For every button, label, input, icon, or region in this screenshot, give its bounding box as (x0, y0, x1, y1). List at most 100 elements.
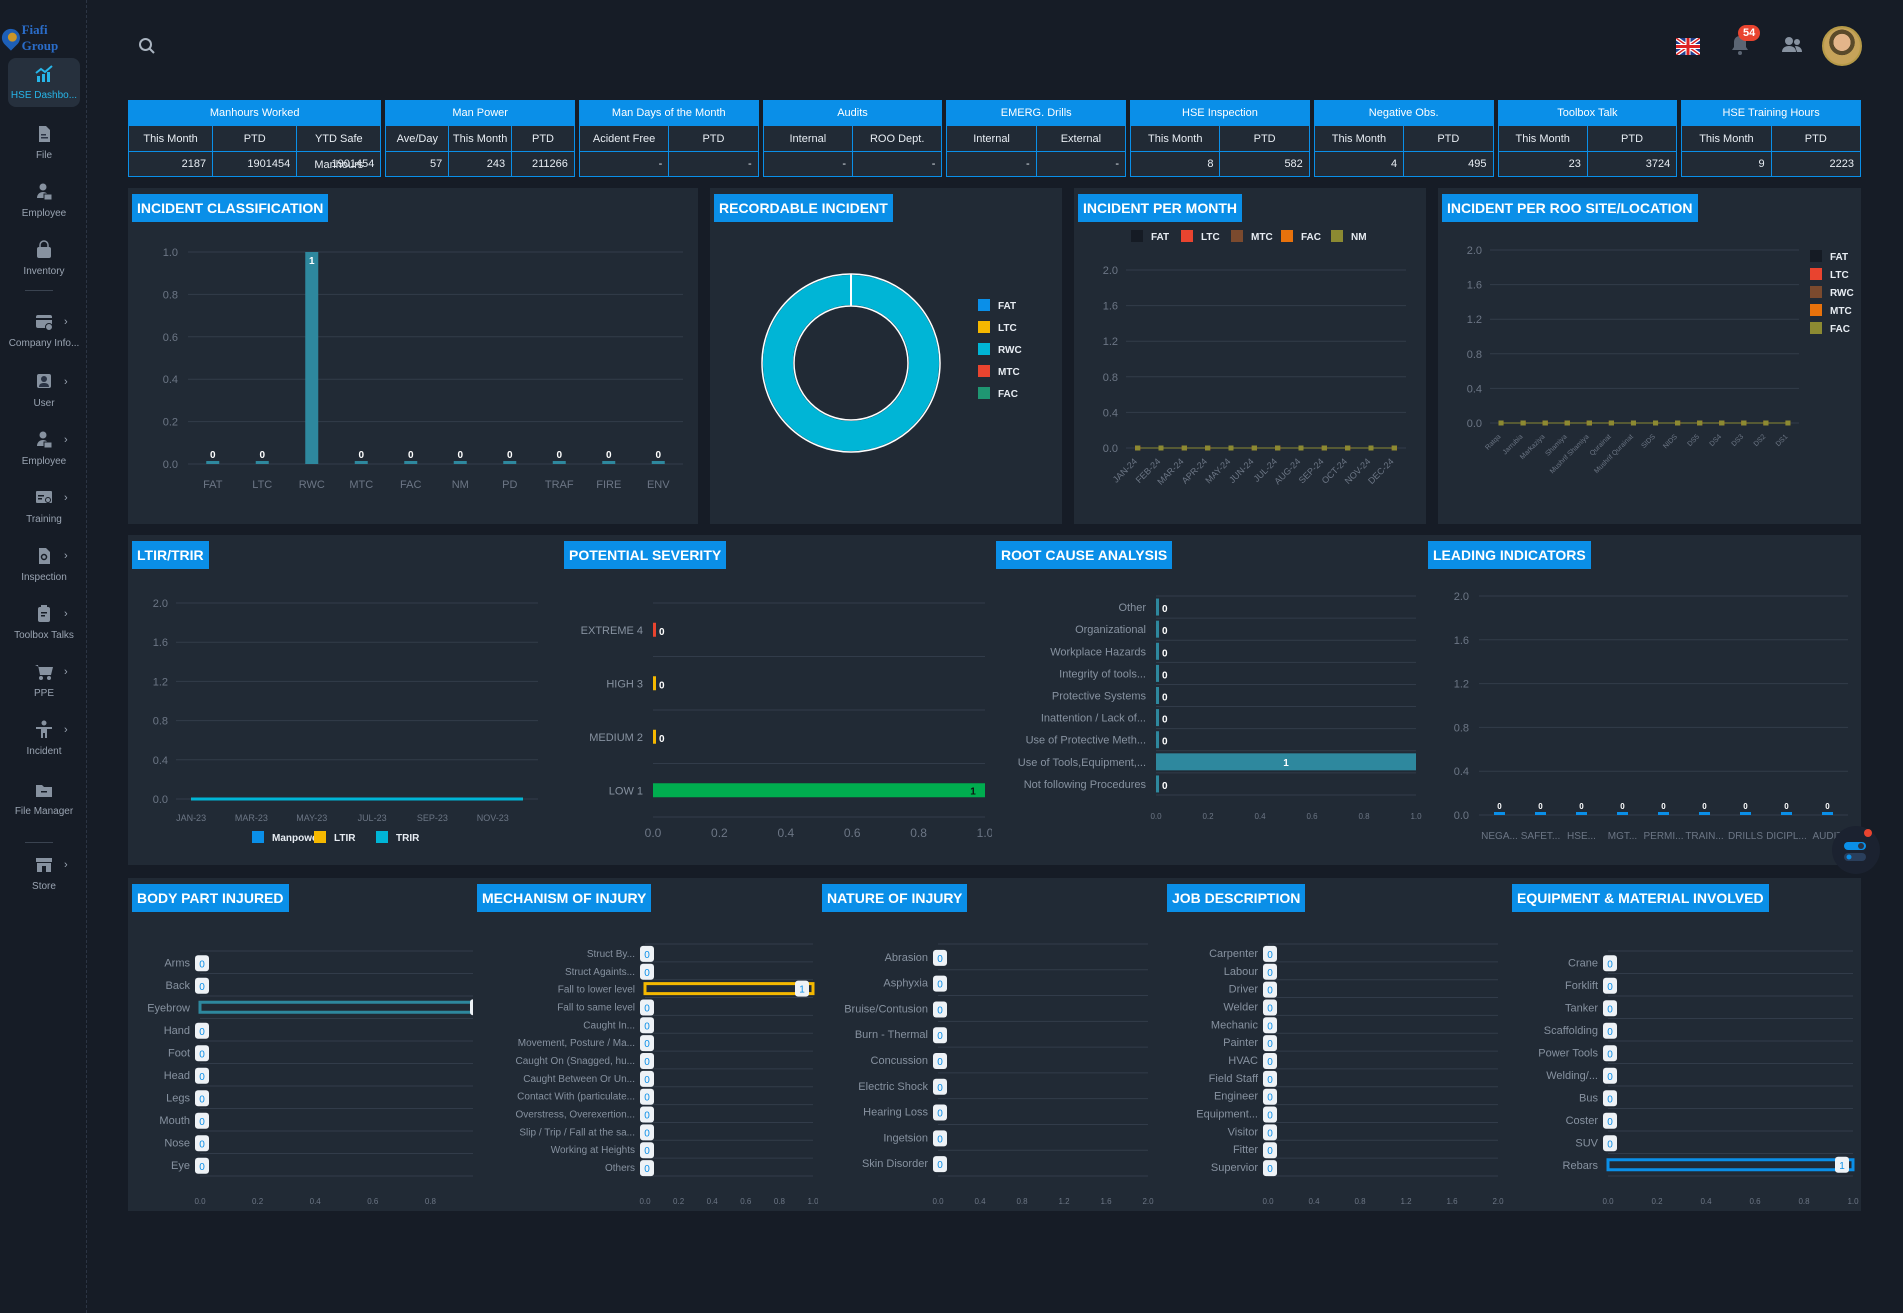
legend-label: MTC (1830, 306, 1852, 317)
panel-title: INCIDENT CLASSIFICATION (132, 194, 329, 222)
x-tick-label: JUL-23 (358, 813, 387, 823)
category-label: Visitor (1228, 1126, 1259, 1138)
employee-icon (34, 430, 54, 450)
x-tick-label: MAY-23 (296, 813, 327, 823)
kpi-value: 1901454 (297, 151, 381, 176)
y-tick-label: 0.0 (1103, 443, 1118, 455)
category-label: HIGH 3 (606, 678, 643, 690)
donut-inner-edge (793, 305, 909, 421)
x-tick-label: 0.4 (974, 1197, 986, 1206)
search-icon[interactable] (138, 37, 156, 60)
data-label: 0 (937, 954, 943, 965)
sidebar-divider (25, 842, 53, 843)
category-label: Driver (1229, 984, 1259, 996)
bar (206, 461, 220, 464)
x-tick-label: 0.4 (1254, 812, 1266, 821)
data-label: 0 (606, 450, 612, 461)
kpi-column-header: This Month (1498, 125, 1588, 151)
bar (1699, 812, 1710, 815)
category-label: Skin Disorder (862, 1158, 928, 1170)
legend-label: FAT (1151, 232, 1169, 243)
x-tick-label: 0.4 (1308, 1197, 1320, 1206)
legend-swatch (314, 831, 326, 843)
brand-logo[interactable]: Fiafi Group (0, 22, 86, 54)
data-label: 1 (799, 985, 805, 996)
data-label: 0 (1162, 781, 1168, 792)
potential-severity-chart: 0.0 0.2 0.4 0.6 0.8 1.0 EXTREME 4 0 HIGH 3 0 MEDIU… (581, 602, 994, 840)
bar (1576, 812, 1587, 815)
kpi-card: Manhours Worked This Month PTD YTD Safe Man… (128, 100, 382, 177)
sidebar-item-store[interactable]: › Store (8, 855, 80, 892)
y-tick-label: 0.8 (163, 289, 178, 301)
category-label: Carpenter (1209, 948, 1258, 960)
category-label: Coster (1566, 1115, 1599, 1127)
bar (643, 982, 815, 996)
kpi-card: HSE Training Hours This Month PTD 9 2223 (1681, 100, 1861, 177)
bar (404, 461, 418, 464)
category-label: Field Staff (1209, 1073, 1259, 1085)
data-label: 0 (1607, 982, 1613, 993)
data-label: 0 (1267, 1128, 1273, 1139)
data-label: 0 (1607, 1004, 1613, 1015)
data-label: 0 (1162, 670, 1168, 681)
legend-label: MTC (1251, 232, 1273, 243)
sidebar-item-hse-dashbo[interactable]: HSE Dashbo... (8, 58, 80, 107)
user-icon (34, 372, 54, 392)
sidebar-item-inspection[interactable]: › Inspection (8, 546, 80, 583)
data-label: 0 (937, 1134, 943, 1145)
users-icon[interactable] (1781, 36, 1803, 59)
sidebar-item-file[interactable]: File (8, 124, 80, 161)
category-label: Ingetsion (883, 1132, 928, 1144)
sidebar-item-incident[interactable]: › Incident (8, 720, 80, 757)
sidebar-item-label: Store (32, 881, 56, 892)
data-label: 1 (970, 786, 976, 797)
category-label: MEDIUM 2 (589, 732, 643, 744)
data-label: 0 (210, 450, 216, 461)
company-icon (34, 312, 54, 332)
data-label: 0 (1267, 1093, 1273, 1104)
sidebar-item-label: Incident (26, 746, 62, 757)
sidebar-item-employee[interactable]: › Employee (8, 430, 80, 467)
category-label: Arms (164, 957, 190, 969)
x-tick-label: PERMI... (1643, 831, 1683, 842)
data-label: 0 (199, 1094, 205, 1105)
sidebar-item-inventory[interactable]: Inventory (8, 240, 80, 277)
data-label: 0 (199, 1027, 205, 1038)
legend-label: RWC (998, 345, 1022, 356)
recordable-incident-panel: RECORDABLE INCIDENT FAT LTC RWC MTC FAC (710, 188, 1062, 524)
category-label: Nose (164, 1137, 190, 1149)
sidebar-item-file-manager[interactable]: File Manager (8, 780, 80, 817)
kpi-column-header: This Month (449, 125, 513, 151)
x-tick-label: DS2 (1753, 433, 1768, 448)
theme-toggle[interactable] (1832, 826, 1880, 874)
sidebar-item-toolbox-talks[interactable]: › Toolbox Talks (8, 604, 80, 641)
legend-label: FAC (1830, 324, 1850, 335)
sidebar-item-employee[interactable]: Employee (8, 182, 80, 219)
x-tick-label: TRAIN... (1685, 831, 1723, 842)
y-tick-label: 0.0 (1454, 810, 1469, 822)
x-tick-label: NIDS (1662, 433, 1679, 450)
kpi-value: - (579, 151, 670, 176)
x-tick-label: AUG-24 (1272, 456, 1302, 486)
training-icon (34, 488, 54, 508)
x-tick-label: 0.8 (1354, 1197, 1366, 1206)
data-label: 0 (1162, 648, 1168, 659)
sidebar-item-training[interactable]: › Training (8, 488, 80, 525)
panel-title: MECHANISM OF INJURY (477, 884, 652, 912)
data-label: 0 (408, 450, 414, 461)
kpi-column-header: Ave/Day (386, 125, 450, 151)
category-label: Engineer (1214, 1091, 1258, 1103)
chevron-right-icon: › (64, 434, 68, 446)
sidebar-item-user[interactable]: › User (8, 372, 80, 409)
uk-flag-icon[interactable] (1674, 36, 1702, 57)
data-label: 0 (199, 1049, 205, 1060)
user-avatar[interactable] (1822, 26, 1862, 66)
sidebar-item-ppe[interactable]: › PPE (8, 662, 80, 699)
bar (1156, 620, 1159, 638)
category-label: Mechanic (1211, 1019, 1259, 1031)
data-label: 0 (1607, 1027, 1613, 1038)
y-tick-label: 2.0 (1467, 245, 1482, 257)
data-label: 0 (1607, 959, 1613, 970)
sidebar-item-company-info[interactable]: › Company Info... (8, 312, 80, 349)
x-tick-label: 1.2 (1058, 1197, 1070, 1206)
